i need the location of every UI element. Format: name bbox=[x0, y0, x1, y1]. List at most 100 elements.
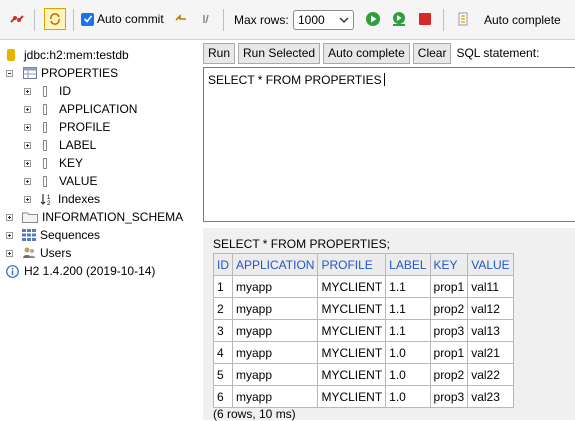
table-cell: 1.0 bbox=[385, 385, 431, 408]
column-header[interactable]: VALUE bbox=[467, 253, 514, 276]
tree-version: H2 1.4.200 (2019-10-14) bbox=[6, 262, 155, 280]
result-panel: SELECT * FROM PROPERTIES; ID APPLICATION P… bbox=[203, 228, 575, 421]
table-cell: prop3 bbox=[429, 319, 469, 342]
table-cell: MYCLIENT bbox=[317, 341, 387, 364]
expand-icon[interactable] bbox=[24, 195, 31, 203]
table-cell: MYCLIENT bbox=[317, 297, 387, 320]
table-cell: val12 bbox=[467, 297, 514, 320]
run-selected-button[interactable]: Run Selected bbox=[238, 42, 321, 64]
table-cell: 3 bbox=[213, 319, 233, 342]
expand-icon[interactable] bbox=[24, 177, 31, 185]
expand-icon[interactable] bbox=[24, 159, 31, 167]
stop-icon[interactable] bbox=[416, 10, 434, 28]
result-query: SELECT * FROM PROPERTIES; bbox=[213, 237, 390, 251]
column-header[interactable]: APPLICATION bbox=[231, 253, 319, 276]
expand-icon[interactable] bbox=[24, 141, 31, 149]
rollback-icon[interactable] bbox=[172, 10, 190, 28]
expand-icon[interactable] bbox=[6, 213, 13, 221]
table-cell: 1.1 bbox=[385, 297, 431, 320]
column-header[interactable]: ID bbox=[213, 253, 233, 276]
commit-icon[interactable] bbox=[198, 10, 216, 28]
chevron-down-icon bbox=[339, 17, 349, 23]
tree-column[interactable]: VALUE bbox=[24, 172, 97, 190]
table-cell: 5 bbox=[213, 363, 233, 386]
tree-column[interactable]: PROFILE bbox=[24, 118, 110, 136]
index-icon: 12 bbox=[40, 194, 51, 206]
expand-icon[interactable] bbox=[24, 87, 31, 95]
table-cell: 1.1 bbox=[385, 275, 431, 298]
column-header[interactable]: PROFILE bbox=[317, 253, 387, 276]
history-icon[interactable] bbox=[454, 10, 472, 28]
schema-tree: jdbc:h2:mem:testdb PROPERTIES ID APPLICAT… bbox=[0, 40, 200, 420]
table-cell: val23 bbox=[467, 385, 514, 408]
expand-icon[interactable] bbox=[6, 249, 13, 257]
toolbar-separator bbox=[73, 9, 74, 31]
table-cell: myapp bbox=[231, 297, 319, 320]
tree-column[interactable]: KEY bbox=[24, 154, 83, 172]
tree-column-label: KEY bbox=[59, 156, 84, 170]
auto-commit-label: Auto commit bbox=[97, 12, 164, 26]
table-cell: prop3 bbox=[429, 385, 469, 408]
table-cell: myapp bbox=[231, 319, 319, 342]
tree-column[interactable]: APPLICATION bbox=[24, 100, 137, 118]
table-cell: prop1 bbox=[429, 341, 469, 364]
column-icon bbox=[43, 157, 47, 169]
toolbar-separator bbox=[223, 9, 224, 31]
table-cell: 1.0 bbox=[385, 363, 431, 386]
column-icon bbox=[43, 103, 47, 115]
result-footer: (6 rows, 10 ms) bbox=[213, 407, 296, 421]
tree-information-schema[interactable]: INFORMATION_SCHEMA bbox=[6, 208, 183, 226]
auto-commit-checkbox[interactable]: Auto commit bbox=[81, 12, 164, 26]
tree-users[interactable]: Users bbox=[6, 244, 71, 262]
run-button[interactable]: Run bbox=[203, 42, 236, 64]
sql-button-bar: Run Run Selected Auto complete Clear SQL… bbox=[203, 42, 539, 64]
execute-icon[interactable] bbox=[364, 10, 382, 28]
table-cell: val13 bbox=[467, 319, 514, 342]
max-rows-value: 1000 bbox=[298, 13, 325, 27]
tree-column-label: LABEL bbox=[59, 138, 97, 152]
column-header[interactable]: LABEL bbox=[385, 253, 431, 276]
sql-editor[interactable]: SELECT * FROM PROPERTIES bbox=[203, 67, 575, 222]
toolbar-separator bbox=[34, 9, 35, 31]
auto-complete-label: Auto complete bbox=[484, 13, 561, 27]
auto-complete-button[interactable]: Auto complete bbox=[323, 42, 410, 64]
table-cell: myapp bbox=[231, 363, 319, 386]
database-icon bbox=[7, 49, 15, 61]
table-cell: MYCLIENT bbox=[317, 275, 387, 298]
expand-icon[interactable] bbox=[6, 231, 13, 239]
tree-column-label: VALUE bbox=[59, 174, 98, 188]
table-row: 6 myapp MYCLIENT 1.0 prop3 val23 bbox=[213, 385, 514, 408]
checkbox-checked-icon bbox=[81, 12, 94, 26]
column-icon bbox=[43, 139, 47, 151]
execute-selected-icon[interactable] bbox=[390, 10, 408, 28]
table-row: 2 myapp MYCLIENT 1.1 prop2 val12 bbox=[213, 297, 514, 320]
folder-icon bbox=[22, 212, 38, 223]
table-cell: prop1 bbox=[429, 275, 469, 298]
column-header[interactable]: KEY bbox=[429, 253, 469, 276]
tree-column[interactable]: ID bbox=[24, 82, 71, 100]
expand-icon[interactable] bbox=[24, 123, 31, 131]
clear-button[interactable]: Clear bbox=[412, 42, 452, 64]
table-cell: prop2 bbox=[429, 297, 469, 320]
disconnect-icon[interactable] bbox=[8, 10, 26, 28]
table-cell: 6 bbox=[213, 385, 233, 408]
max-rows-select[interactable]: 1000 bbox=[293, 10, 354, 30]
tree-column[interactable]: LABEL bbox=[24, 136, 96, 154]
collapse-icon[interactable] bbox=[6, 69, 13, 77]
table-cell: MYCLIENT bbox=[317, 385, 387, 408]
tree-connection[interactable]: jdbc:h2:mem:testdb bbox=[6, 46, 129, 64]
table-cell: 4 bbox=[213, 341, 233, 364]
sql-statement-label: SQL statement: bbox=[456, 46, 540, 60]
expand-icon[interactable] bbox=[24, 105, 31, 113]
column-icon bbox=[43, 121, 47, 133]
table-cell: myapp bbox=[231, 341, 319, 364]
table-cell: prop2 bbox=[429, 363, 469, 386]
refresh-icon[interactable] bbox=[44, 8, 66, 30]
column-icon bbox=[43, 85, 47, 97]
tree-indexes[interactable]: 12 Indexes bbox=[24, 190, 100, 208]
table-cell: myapp bbox=[231, 385, 319, 408]
tree-sequences[interactable]: Sequences bbox=[6, 226, 100, 244]
users-icon bbox=[23, 247, 35, 258]
tree-table-properties[interactable]: PROPERTIES bbox=[6, 64, 118, 82]
tree-column-label: ID bbox=[59, 84, 71, 98]
